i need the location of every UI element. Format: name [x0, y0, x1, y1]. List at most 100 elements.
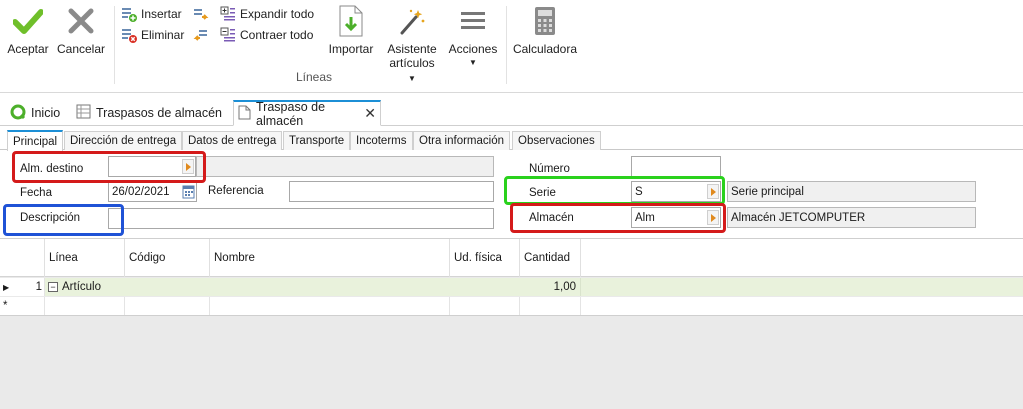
group-label: Artículo	[62, 281, 101, 293]
delete-label: Eliminar	[141, 28, 185, 42]
new-row-unit-cell[interactable]	[450, 297, 520, 315]
column-header-code[interactable]: Código	[125, 239, 210, 277]
calculator-button[interactable]: Calculadora	[512, 4, 578, 56]
delete-row-icon	[121, 27, 137, 43]
home-icon	[10, 104, 26, 123]
dest-warehouse-input[interactable]	[108, 156, 196, 177]
column-header-unit[interactable]: Ud. física	[450, 239, 520, 277]
close-tab-icon[interactable]: ✕	[364, 105, 376, 122]
collapse-icon	[220, 27, 236, 43]
new-row[interactable]: *	[0, 297, 1023, 315]
expand-icon	[220, 6, 236, 22]
tab-home[interactable]: Inicio	[6, 100, 64, 126]
transfer-form: Alm. destino Número Fecha 26/02/2021 Ref…	[0, 151, 1023, 237]
table-icon	[76, 104, 91, 122]
document-tabs: Inicio Traspasos de almacén Traspaso de …	[0, 96, 1023, 128]
date-input[interactable]: 26/02/2021	[108, 181, 197, 202]
column-header-line[interactable]: Línea	[45, 239, 125, 277]
reference-label: Referencia	[208, 185, 264, 197]
lookup-icon[interactable]	[182, 159, 194, 174]
warehouse-label: Almacén	[529, 212, 574, 224]
import-label: Importar	[328, 42, 374, 56]
tab-other-info[interactable]: Otra información	[413, 131, 511, 150]
warehouse-input[interactable]: Alm	[631, 207, 721, 228]
tab-transport[interactable]: Transporte	[283, 131, 351, 150]
chevron-down-icon: ▼	[469, 58, 477, 67]
grid-bottom-divider	[0, 315, 1023, 316]
actions-button[interactable]: Acciones ▼	[448, 4, 498, 70]
new-row-name-cell[interactable]	[210, 297, 450, 315]
tab-current-transfer-label: Traspaso de almacén	[256, 99, 326, 128]
assistant-label-2-wrap: artículos ▼	[384, 56, 440, 86]
number-input[interactable]	[631, 156, 721, 177]
lookup-icon[interactable]	[707, 184, 719, 199]
magic-wand-icon	[395, 4, 429, 38]
tab-principal[interactable]: Principal	[7, 130, 64, 151]
row-selector-header	[0, 239, 45, 277]
series-name: Serie principal	[731, 185, 804, 198]
tab-observations[interactable]: Observaciones	[512, 131, 601, 150]
arrow-right-icon	[193, 6, 209, 22]
calendar-icon[interactable]	[182, 184, 195, 199]
warehouse-name-field: Almacén JETCOMPUTER	[727, 207, 976, 228]
insert-label: Insertar	[141, 7, 182, 21]
checkmark-icon	[11, 4, 45, 38]
import-document-icon	[334, 4, 368, 38]
accept-label: Aceptar	[7, 42, 49, 56]
ribbon-separator	[506, 6, 507, 84]
series-input[interactable]: S	[631, 181, 721, 202]
tab-home-label: Inicio	[31, 106, 61, 120]
new-row-code-cell[interactable]	[125, 297, 210, 315]
tab-current-transfer[interactable]: Traspaso de almacén ✕	[233, 99, 381, 128]
move-left-button[interactable]	[193, 26, 209, 44]
grid-header: Línea Código Nombre Ud. física Cantidad	[0, 239, 1023, 277]
date-value: 26/02/2021	[112, 185, 170, 198]
series-name-field: Serie principal	[727, 181, 976, 202]
new-row-line-cell[interactable]	[45, 297, 125, 315]
collapse-all-label: Contraer todo	[240, 28, 314, 42]
collapse-all-button[interactable]: Contraer todo	[220, 26, 313, 44]
collapse-group-icon[interactable]: −	[48, 282, 58, 292]
dest-warehouse-name-field	[196, 156, 494, 177]
series-value: S	[635, 185, 643, 198]
description-label: Descripción	[20, 212, 81, 224]
tab-delivery-address[interactable]: Dirección de entrega	[64, 131, 183, 150]
article-assistant-button[interactable]: Asistente artículos ▼	[384, 4, 440, 86]
quantity-cell[interactable]: 1,00	[520, 278, 581, 296]
dest-warehouse-label: Alm. destino	[20, 163, 84, 175]
column-header-quantity[interactable]: Cantidad	[520, 239, 581, 277]
cancel-button[interactable]: Cancelar	[56, 4, 106, 56]
current-row-arrow-icon: ▶	[3, 282, 10, 292]
import-button[interactable]: Importar	[326, 4, 376, 56]
tab-delivery-data[interactable]: Datos de entrega	[182, 131, 283, 150]
calculator-label: Calculadora	[512, 42, 578, 56]
assistant-label-2: artículos	[389, 56, 435, 70]
tab-transfers-list-label: Traspasos de almacén	[96, 106, 222, 120]
menu-icon	[456, 4, 490, 38]
delete-button[interactable]: Eliminar	[121, 26, 184, 44]
ribbon-toolbar: Aceptar Cancelar Insertar Eliminar Expan…	[0, 0, 1023, 93]
table-row[interactable]: ▶ 1 − Artículo 1,00	[0, 278, 1023, 296]
tab-incoterms[interactable]: Incoterms	[350, 131, 413, 150]
row-indicator: ▶ 1	[0, 278, 45, 296]
column-header-name[interactable]: Nombre	[210, 239, 450, 277]
arrow-left-icon	[193, 27, 209, 43]
lines-grid: Línea Código Nombre Ud. física Cantidad …	[0, 238, 1023, 409]
expand-all-button[interactable]: Expandir todo	[220, 5, 314, 23]
lookup-icon[interactable]	[707, 210, 719, 225]
new-row-filler	[581, 297, 1023, 315]
tab-transfers-list[interactable]: Traspasos de almacén	[72, 100, 226, 126]
insert-button[interactable]: Insertar	[121, 5, 182, 23]
new-row-marker: *	[0, 297, 45, 315]
move-right-button[interactable]	[193, 5, 209, 23]
number-label: Número	[529, 163, 570, 175]
description-input[interactable]	[108, 208, 494, 229]
date-label: Fecha	[20, 187, 52, 199]
assistant-label-1: Asistente	[387, 42, 437, 56]
actions-label: Acciones	[448, 42, 498, 56]
reference-input[interactable]	[289, 181, 494, 202]
add-row-icon	[121, 6, 137, 22]
new-row-quantity-cell[interactable]	[520, 297, 581, 315]
row-line-number: 1	[35, 281, 42, 293]
accept-button[interactable]: Aceptar	[6, 4, 50, 56]
